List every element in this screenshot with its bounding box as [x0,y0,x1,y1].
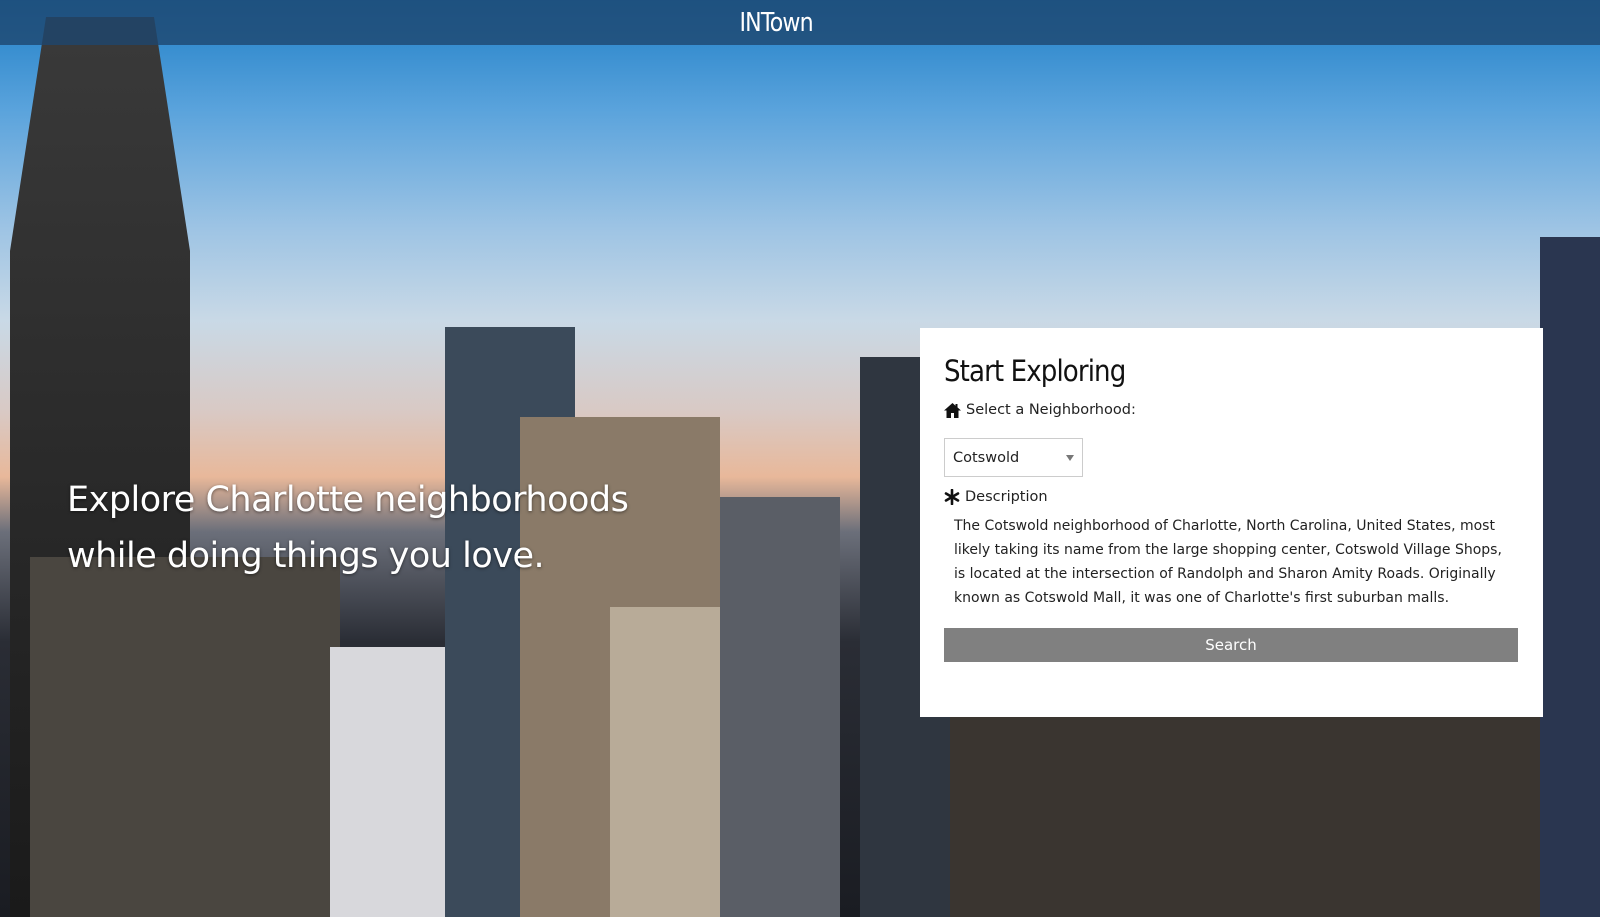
neighborhood-select[interactable]: Cotswold [944,438,1083,477]
skyline-building [950,697,1600,917]
panel-title: Start Exploring [944,354,1126,388]
asterisk-icon [944,489,960,505]
neighborhood-label: Select a Neighborhood: [944,402,1519,418]
hero-line-2: while doing things you love. [67,536,545,576]
skyline-building [720,497,840,917]
explore-panel: Start Exploring Select a Neighborhood: C… [920,328,1543,717]
home-icon [944,402,961,418]
neighborhood-description: The Cotswold neighborhood of Charlotte, … [954,518,1502,606]
selected-neighborhood: Cotswold [953,449,1020,466]
search-button[interactable]: Search [944,628,1518,662]
brand-logo[interactable]: INTown [739,8,813,38]
chevron-down-icon [1066,454,1074,461]
navbar: INTown [0,0,1600,45]
skyline-building [30,557,340,917]
neighborhood-label-text: Select a Neighborhood: [966,402,1136,418]
description-label: Description [944,489,1519,505]
description-label-text: Description [965,489,1048,505]
hero-tagline: Explore Charlotte neighborhoods while do… [67,472,629,584]
hero-line-1: Explore Charlotte neighborhoods [67,480,629,520]
skyline-building [1540,237,1600,917]
